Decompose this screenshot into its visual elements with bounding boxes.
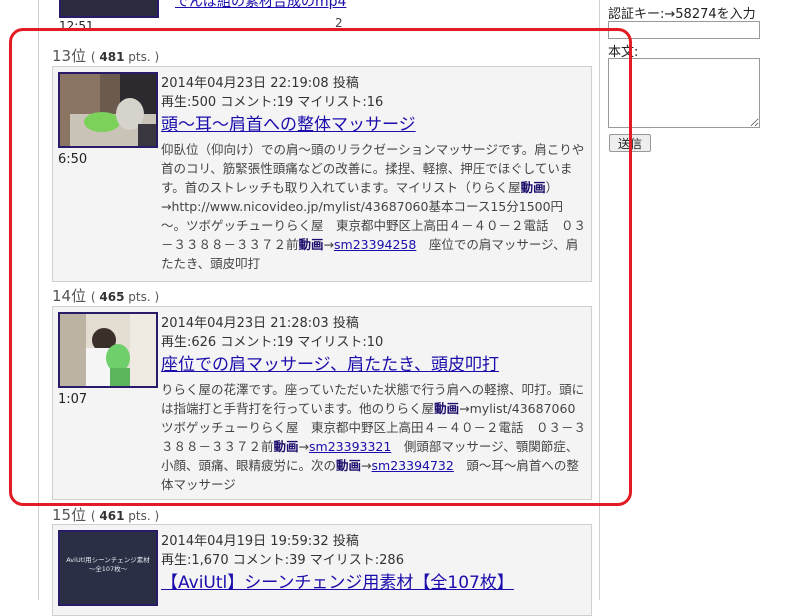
- rank-suffix: 位: [71, 47, 87, 65]
- video-thumbnail[interactable]: [58, 312, 158, 388]
- video-description: りらく屋の花澤です。座っていただいた状態で行う肩への軽擦、叩打。頭には指端打と手…: [161, 380, 586, 494]
- rank-suffix: 位: [71, 287, 87, 305]
- video-thumbnail[interactable]: AviUtl用シーンチェンジ素材 ～全107枚～: [58, 530, 158, 606]
- body-textarea[interactable]: [608, 58, 760, 128]
- submit-button[interactable]: 送信: [609, 134, 651, 152]
- massage-thumbnail-image: [60, 74, 156, 146]
- posted-date: 2014年04月19日 19:59:32 投稿: [161, 534, 359, 549]
- sm-link[interactable]: sm23394732: [372, 458, 454, 473]
- rank-number: 15: [52, 506, 72, 524]
- points-value: 465: [99, 290, 125, 304]
- video-duration: 1:07: [58, 392, 88, 407]
- video-thumbnail[interactable]: [58, 72, 158, 148]
- video-title-link[interactable]: 座位での肩マッサージ、肩たたき、頭皮叩打: [161, 350, 499, 375]
- points-unit: pts.: [128, 290, 151, 304]
- previous-item-remnant: 12:51 でんぱ組の素材合成のmp4 2: [53, 0, 603, 35]
- video-duration: 6:50: [58, 152, 88, 167]
- rank-number: 14: [52, 287, 72, 305]
- desc-text: →: [361, 458, 372, 473]
- video-card-13: 6:50 2014年04月23日 22:19:08 投稿 再生:500 コメント…: [52, 66, 592, 282]
- points-value: 481: [99, 50, 125, 64]
- auth-key-label: 認証キー:→58274を入力: [608, 7, 756, 22]
- previous-counter: 2: [335, 16, 343, 30]
- comment-form: 認証キー:→58274を入力 本文: 送信: [606, 0, 800, 600]
- douga-link[interactable]: 動画: [274, 439, 299, 454]
- rank-header-13: 13位 ( 481 pts. ): [52, 47, 160, 65]
- douga-link[interactable]: 動画: [336, 458, 361, 473]
- points-unit: pts.: [128, 50, 151, 64]
- video-stats: 再生:626 コメント:19 マイリスト:10: [161, 335, 384, 350]
- sm-link[interactable]: sm23394258: [334, 237, 416, 252]
- desc-text: →: [298, 439, 310, 454]
- posted-date: 2014年04月23日 22:19:08 投稿: [161, 76, 359, 91]
- video-stats: 再生:500 コメント:19 マイリスト:16: [161, 95, 384, 110]
- video-description: 仰臥位（仰向け）での肩～頭のリラクゼーションマッサージです。肩こりや首のコリ、筋…: [161, 140, 586, 273]
- douga-link[interactable]: 動画: [521, 180, 546, 195]
- rank-number: 13: [52, 47, 72, 65]
- previous-thumbnail[interactable]: [59, 0, 159, 18]
- posted-date: 2014年04月23日 21:28:03 投稿: [161, 316, 359, 331]
- massage-thumbnail-image: [60, 314, 156, 386]
- previous-duration: 12:51: [59, 19, 94, 33]
- sm-link[interactable]: sm23393321: [309, 439, 391, 454]
- auth-key-input[interactable]: [608, 21, 760, 39]
- points-value: 461: [99, 509, 125, 523]
- video-stats: 再生:1,670 コメント:39 マイリスト:286: [161, 553, 404, 568]
- points-unit: pts.: [128, 509, 151, 523]
- thumbnail-caption: AviUtl用シーンチェンジ素材 ～全107枚～: [66, 556, 150, 573]
- video-title-link[interactable]: 【AviUtl】シーンチェンジ用素材【全107枚】: [161, 568, 514, 593]
- video-card-14: 1:07 2014年04月23日 21:28:03 投稿 再生:626 コメント…: [52, 306, 592, 500]
- video-card-15: AviUtl用シーンチェンジ素材 ～全107枚～ 2014年04月19日 19:…: [52, 524, 592, 616]
- desc-text: →: [323, 237, 335, 252]
- previous-title-link[interactable]: でんぱ組の素材合成のmp4: [175, 0, 346, 11]
- rank-suffix: 位: [71, 506, 87, 524]
- video-title-link[interactable]: 頭～耳～肩首への整体マッサージ: [161, 110, 416, 135]
- douga-link[interactable]: 動画: [299, 237, 324, 252]
- rank-header-15: 15位 ( 461 pts. ): [52, 506, 160, 524]
- douga-link[interactable]: 動画: [434, 401, 459, 416]
- rank-header-14: 14位 ( 465 pts. ): [52, 287, 160, 305]
